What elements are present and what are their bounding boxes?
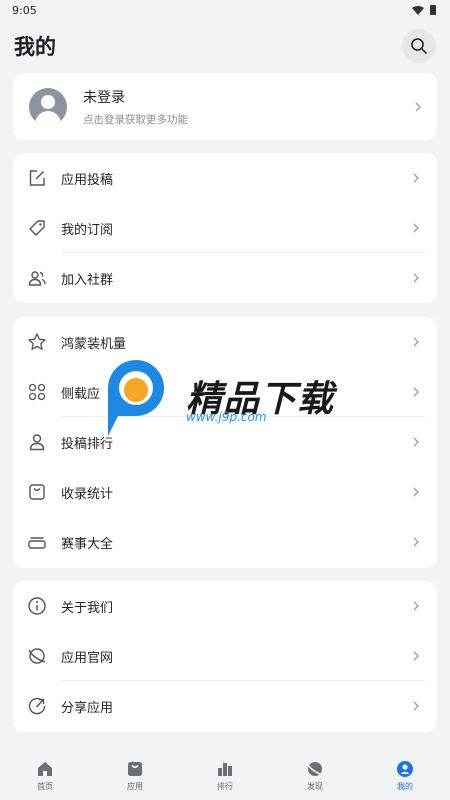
menu-label: 侧载应 [61,386,101,402]
chevron-right-icon [413,437,419,447]
bottom-nav: 首页 应用 排行 发现 我的 [0,752,450,800]
menu-label: 收录统计 [61,486,114,502]
wifi-icon [412,5,424,15]
chevron-right-icon [413,273,419,283]
nav-apps[interactable]: 应用 [100,760,170,792]
menu-label: 鸿蒙装机量 [61,336,127,352]
tag-icon [29,220,45,236]
nav-label: 排行 [217,782,233,791]
chevron-right-icon [413,337,419,347]
chevron-right-icon [415,102,421,111]
chevron-right-icon [413,651,419,661]
status-icons [412,5,436,15]
menu-label: 应用投稿 [61,172,114,188]
nav-discover[interactable]: 发现 [280,760,350,792]
menu-item-inclusion-stats[interactable]: 收录统计 [13,467,437,517]
users-icon [28,271,46,286]
search-icon [411,38,427,54]
star-icon [28,333,46,350]
menu-item-submission-ranking[interactable]: 投稿排行 [13,417,437,467]
profile-name: 未登录 [83,89,125,106]
app-bag-icon [128,762,142,776]
discover-icon [306,762,324,776]
planet-icon [28,648,46,664]
chevron-right-icon [413,701,419,711]
menu-label: 我的订阅 [61,222,114,238]
menu-label: 应用官网 [61,650,114,666]
battery-icon [430,5,436,15]
menu-group-3: 关于我们 应用官网 分享应用 [13,581,437,732]
edit-icon [29,170,45,186]
nav-label: 应用 [127,782,143,791]
nav-label: 首页 [37,782,53,791]
home-icon [38,762,52,776]
menu-item-events[interactable]: 赛事大全 [13,517,437,567]
login-card[interactable]: 未登录 点击登录获取更多功能 [13,73,437,140]
avatar [29,87,67,126]
nav-label: 我的 [397,782,413,791]
menu-item-join-community[interactable]: 加入社群 [13,253,437,303]
header: 我的 [0,24,450,68]
menu-group-1: 应用投稿 我的订阅 加入社群 [13,153,437,303]
status-bar: 9:05 [0,0,450,20]
profile-subtitle: 点击登录获取更多功能 [83,113,188,126]
nav-label: 发现 [307,782,323,791]
share-icon [28,697,46,715]
chevron-right-icon [413,601,419,611]
menu-label: 赛事大全 [61,536,114,552]
bag-icon [29,484,45,500]
nav-home[interactable]: 首页 [10,760,80,792]
user-icon [29,434,45,451]
nav-mine[interactable]: 我的 [370,760,440,792]
menu-item-submit-app[interactable]: 应用投稿 [13,153,437,203]
page-title: 我的 [14,35,56,59]
stack-icon [28,537,46,549]
menu-item-sideload-apps[interactable]: 侧载应 [13,367,437,417]
chevron-right-icon [413,537,419,547]
menu-label: 关于我们 [61,600,114,616]
menu-label: 分享应用 [61,700,114,716]
profile-icon [397,761,413,777]
status-time: 9:05 [12,3,37,17]
menu-label: 投稿排行 [61,436,114,452]
menu-label: 加入社群 [61,272,114,288]
info-icon [28,597,46,615]
menu-item-share-app[interactable]: 分享应用 [13,681,437,731]
menu-item-official-site[interactable]: 应用官网 [13,631,437,681]
grid-icon [28,383,46,401]
chevron-right-icon [413,487,419,497]
chevron-right-icon [413,387,419,397]
menu-item-my-subscriptions[interactable]: 我的订阅 [13,203,437,253]
menu-item-harmony-installs[interactable]: 鸿蒙装机量 [13,317,437,367]
menu-item-about-us[interactable]: 关于我们 [13,581,437,631]
chevron-right-icon [413,173,419,183]
nav-ranking[interactable]: 排行 [190,760,260,792]
bar-chart-icon [218,763,232,776]
search-button[interactable] [402,29,436,63]
menu-group-2: 鸿蒙装机量 侧载应 投稿排行 收录统计 赛事大全 [13,317,437,568]
chevron-right-icon [413,223,419,233]
